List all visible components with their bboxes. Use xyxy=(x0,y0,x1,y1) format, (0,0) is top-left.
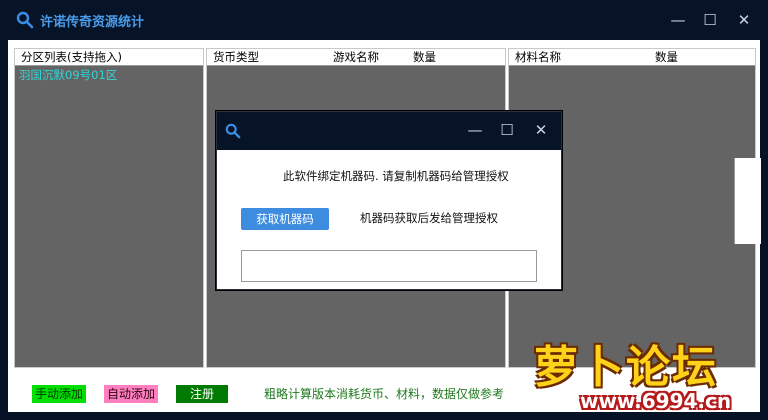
manual-add-button[interactable]: 手动添加 xyxy=(32,385,86,403)
app-title: 许诺传奇资源统计 xyxy=(40,15,145,30)
title-bar: 许诺传奇资源统计 — ☐ ✕ xyxy=(0,0,768,40)
dialog-hint: 机器码获取后发给管理授权 xyxy=(360,211,498,225)
license-dialog: — ☐ ✕ 此软件绑定机器码. 请复制机器码给管理授权 获取机器码 机器码获取后… xyxy=(216,111,562,290)
col-quantity[interactable]: 数量 xyxy=(413,49,436,65)
server-list-panel[interactable]: 分区列表(支持拖入) 羽国沉默09号01区 xyxy=(14,48,204,368)
dialog-close-button[interactable]: ✕ xyxy=(527,118,555,142)
logo-url: www.6994.cn xyxy=(580,389,732,413)
material-header: 材料名称 数量 xyxy=(509,49,755,66)
dialog-title-bar: — ☐ ✕ xyxy=(217,112,561,150)
minimize-button[interactable]: — xyxy=(664,8,692,32)
col-currency-type[interactable]: 货币类型 xyxy=(213,49,259,65)
logo-text: 萝卜论坛 xyxy=(534,342,718,393)
machine-code-field[interactable] xyxy=(241,250,537,282)
list-item[interactable]: 羽国沉默09号01区 xyxy=(19,67,117,83)
server-list-header: 分区列表(支持拖入) xyxy=(15,49,203,66)
background-window-edge xyxy=(734,158,761,244)
register-button[interactable]: 注册 xyxy=(176,385,228,403)
usage-note: 粗略计算版本消耗货币、材料，数据仅做参考 xyxy=(264,387,505,401)
col-game-name[interactable]: 游戏名称 xyxy=(333,49,379,65)
search-icon xyxy=(16,11,34,29)
get-machine-code-button[interactable]: 获取机器码 xyxy=(241,208,329,230)
auto-add-button[interactable]: 自动添加 xyxy=(104,385,158,403)
col-material-quantity[interactable]: 数量 xyxy=(655,49,678,65)
dialog-maximize-button[interactable]: ☐ xyxy=(493,118,521,142)
dialog-message: 此软件绑定机器码. 请复制机器码给管理授权 xyxy=(283,169,509,183)
maximize-button[interactable]: ☐ xyxy=(696,8,724,32)
forum-watermark-logo: 萝卜论坛 www.6994.cn xyxy=(520,325,766,417)
dialog-minimize-button[interactable]: — xyxy=(461,118,489,142)
currency-header: 货币类型 游戏名称 数量 xyxy=(207,49,505,66)
col-material-name[interactable]: 材料名称 xyxy=(515,49,561,65)
close-button[interactable]: ✕ xyxy=(730,8,758,32)
search-icon xyxy=(225,123,241,139)
server-list-header-label: 分区列表(支持拖入) xyxy=(21,50,122,64)
